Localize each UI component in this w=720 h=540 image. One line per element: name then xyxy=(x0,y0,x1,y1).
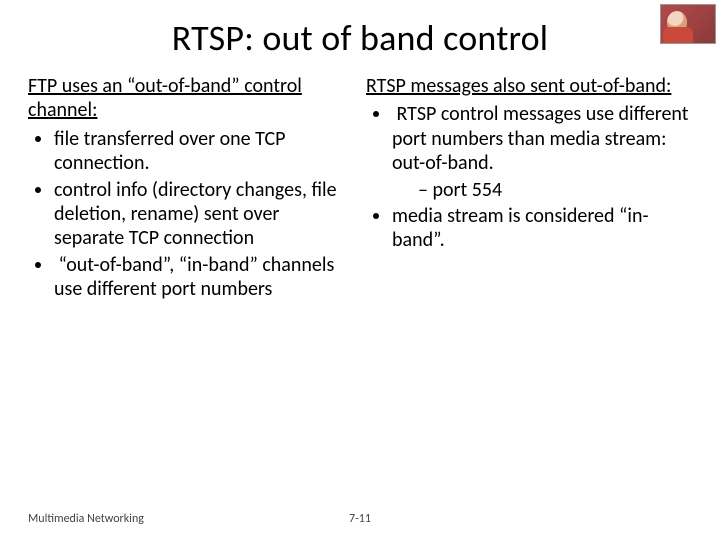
right-heading: RTSP messages also sent out-of-band: xyxy=(366,74,671,98)
footer-left: Multimedia Networking xyxy=(28,512,144,526)
right-bullet-list: RTSP control messages use different port… xyxy=(366,102,692,252)
left-heading: FTP uses an “out-of-band” control channe… xyxy=(28,74,302,122)
list-item: RTSP control messages use different port… xyxy=(392,102,692,202)
slide: RTSP: out of band control FTP uses an “o… xyxy=(0,0,720,540)
sub-list-item: port 554 xyxy=(418,178,692,202)
sub-list: port 554 xyxy=(392,178,692,202)
footer-page-number: 7-11 xyxy=(349,512,371,526)
list-item: control info (directory changes, file de… xyxy=(54,178,354,251)
list-item: file transferred over one TCP connection… xyxy=(54,127,354,176)
content-columns: FTP uses an “out-of-band” control channe… xyxy=(28,74,692,304)
list-item: “out-of-band”, “in-band” channels use di… xyxy=(54,253,354,302)
right-heading-block: RTSP messages also sent out-of-band: xyxy=(366,74,692,98)
bullet-text: RTSP control messages use different port… xyxy=(392,102,688,175)
left-column: FTP uses an “out-of-band” control channe… xyxy=(28,74,354,304)
slide-title: RTSP: out of band control xyxy=(28,16,692,60)
footer: Multimedia Networking 7-11 xyxy=(28,512,692,526)
list-item: media stream is considered “in-band”. xyxy=(392,204,692,253)
host-photo xyxy=(660,4,716,44)
left-heading-block: FTP uses an “out-of-band” control channe… xyxy=(28,74,354,123)
left-bullet-list: file transferred over one TCP connection… xyxy=(28,127,354,302)
right-column: RTSP messages also sent out-of-band: RTS… xyxy=(366,74,692,304)
